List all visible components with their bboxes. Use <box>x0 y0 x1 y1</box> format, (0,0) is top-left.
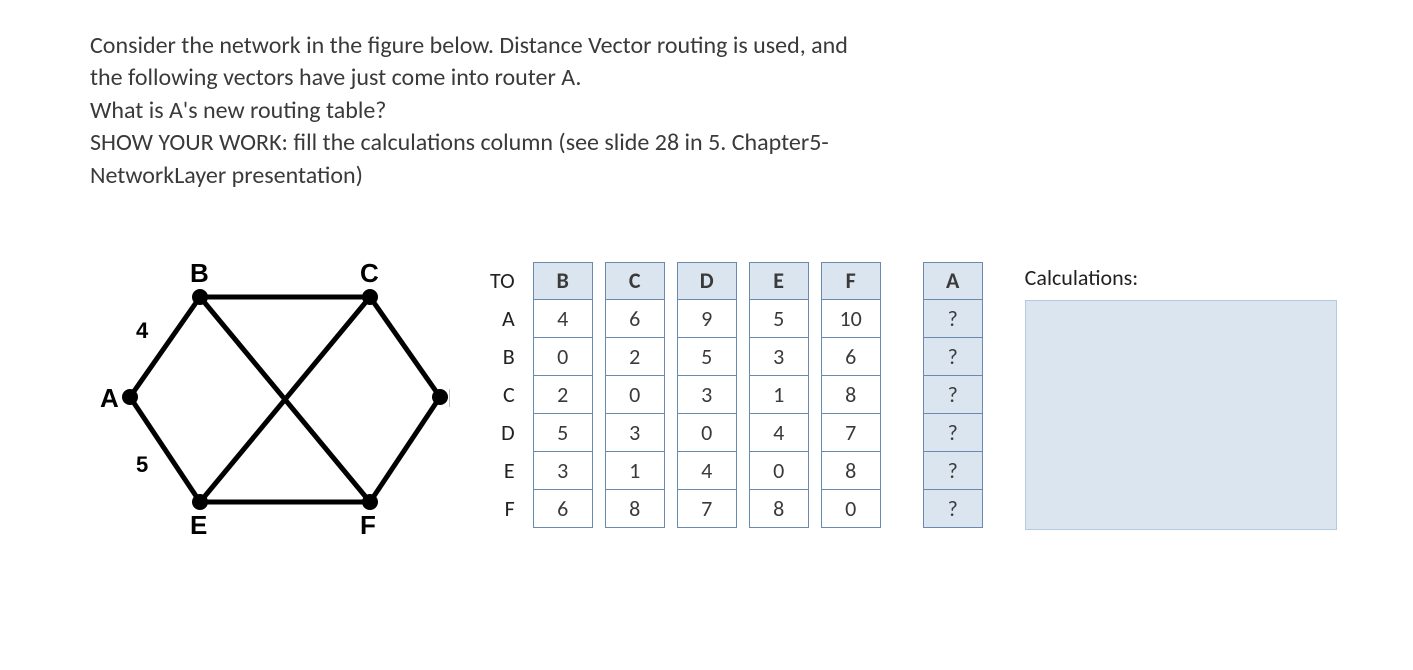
dest-B: B <box>490 338 515 376</box>
q-line4: SHOW YOUR WORK: fill the calculations co… <box>90 128 829 157</box>
col-E-row-B: 3 <box>750 338 808 376</box>
col-A-row-C: ? <box>924 376 982 414</box>
dest-D: D <box>490 414 515 452</box>
col-D-row-F: 7 <box>678 490 736 527</box>
dest-C: C <box>490 376 515 414</box>
edge-AB-weight: 4 <box>136 318 149 343</box>
col-E-row-A: 5 <box>750 300 808 338</box>
col-B-row-E: 3 <box>534 452 592 490</box>
col-F-row-B: 6 <box>822 338 880 376</box>
calculations-box <box>1025 300 1337 530</box>
question-text: Consider the network in the figure below… <box>90 30 1323 192</box>
col-F-row-E: 8 <box>822 452 880 490</box>
col-A-row-B: ? <box>924 338 982 376</box>
col-F: F 10 6 8 7 8 0 <box>821 262 881 528</box>
node-D-label: D <box>448 383 450 413</box>
col-E-header: E <box>750 263 808 300</box>
col-C-row-D: 3 <box>606 414 664 452</box>
col-D-row-E: 4 <box>678 452 736 490</box>
col-E-row-F: 8 <box>750 490 808 527</box>
col-A-row-E: ? <box>924 452 982 490</box>
col-C-row-E: 1 <box>606 452 664 490</box>
col-F-row-F: 0 <box>822 490 880 527</box>
node-A-label: A <box>100 383 119 413</box>
col-F-row-D: 7 <box>822 414 880 452</box>
row-labels: TO A B C D E F <box>490 262 521 528</box>
network-graph: A B C D E F 4 5 <box>90 252 450 552</box>
node-F-label: F <box>360 510 376 540</box>
col-A-header: A <box>924 263 982 300</box>
dest-A: A <box>490 300 515 338</box>
col-A-row-F: ? <box>924 490 982 527</box>
calculations-label: Calculations: <box>1025 262 1337 300</box>
routing-tables: TO A B C D E F B 4 0 2 5 3 6 C 6 2 0 3 1… <box>490 252 1337 530</box>
col-A-row-A: ? <box>924 300 982 338</box>
col-D-row-B: 5 <box>678 338 736 376</box>
col-D-header: D <box>678 263 736 300</box>
col-C-row-F: 8 <box>606 490 664 527</box>
col-F-row-A: 10 <box>822 300 880 338</box>
node-B-label: B <box>190 258 209 288</box>
col-F-row-C: 8 <box>822 376 880 414</box>
node-C-label: C <box>360 258 379 288</box>
col-B-row-B: 0 <box>534 338 592 376</box>
col-D-row-C: 3 <box>678 376 736 414</box>
col-B: B 4 0 2 5 3 6 <box>533 262 593 528</box>
col-B-row-A: 4 <box>534 300 592 338</box>
col-B-row-F: 6 <box>534 490 592 527</box>
col-E-row-D: 4 <box>750 414 808 452</box>
node-E-label: E <box>190 510 207 540</box>
col-E-row-C: 1 <box>750 376 808 414</box>
q-line5: NetworkLayer presentation) <box>90 161 363 190</box>
col-B-header: B <box>534 263 592 300</box>
col-A-answers: A ? ? ? ? ? ? <box>923 262 983 528</box>
q-line3: What is A's new routing table? <box>90 96 386 125</box>
calculations-area: Calculations: <box>1025 262 1337 530</box>
edge-AE-weight: 5 <box>136 452 148 477</box>
col-A-row-D: ? <box>924 414 982 452</box>
col-B-row-D: 5 <box>534 414 592 452</box>
dest-E: E <box>490 452 515 490</box>
col-E: E 5 3 1 4 0 8 <box>749 262 809 528</box>
to-label: TO <box>490 262 515 300</box>
q-line2: the following vectors have just come int… <box>90 63 581 92</box>
col-C-row-A: 6 <box>606 300 664 338</box>
col-F-header: F <box>822 263 880 300</box>
dest-F: F <box>490 490 515 528</box>
col-E-row-E: 0 <box>750 452 808 490</box>
col-D-row-D: 0 <box>678 414 736 452</box>
col-D: D 9 5 3 0 4 7 <box>677 262 737 528</box>
col-B-row-C: 2 <box>534 376 592 414</box>
col-C: C 6 2 0 3 1 8 <box>605 262 665 528</box>
col-D-row-A: 9 <box>678 300 736 338</box>
col-C-header: C <box>606 263 664 300</box>
q-line1: Consider the network in the figure below… <box>90 31 848 60</box>
col-C-row-B: 2 <box>606 338 664 376</box>
col-C-row-C: 0 <box>606 376 664 414</box>
